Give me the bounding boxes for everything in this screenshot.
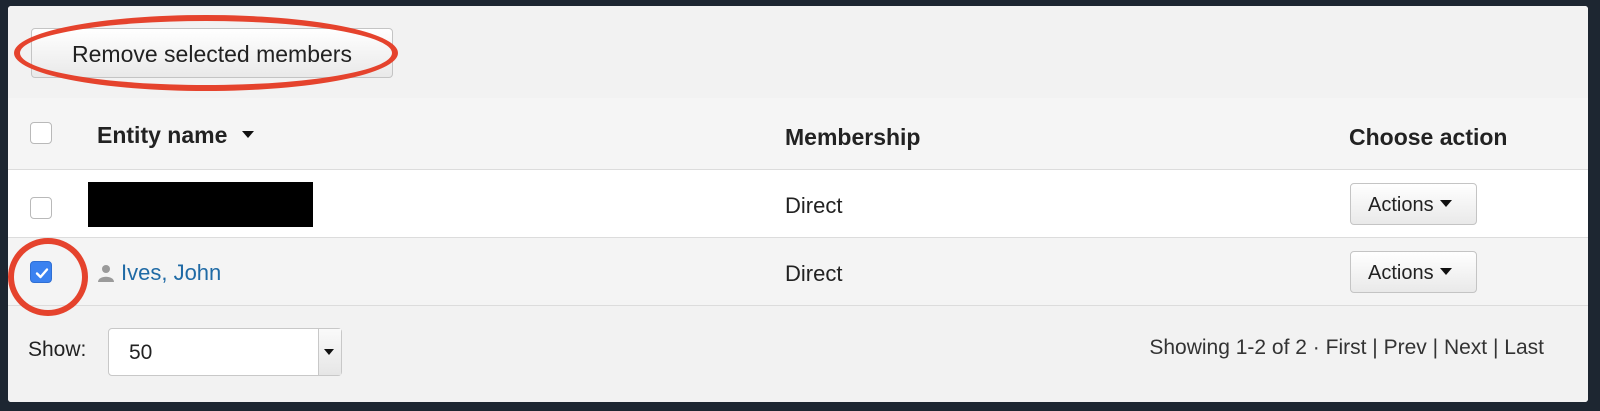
actions-button-label: Actions (1368, 194, 1434, 216)
entity-name-cell: Ives, John (97, 260, 221, 286)
toolbar: Remove selected members (8, 6, 1588, 99)
actions-button-label: Actions (1368, 262, 1434, 284)
pager-separator: | (1432, 336, 1439, 359)
entity-name-link[interactable]: Ives, John (121, 260, 221, 285)
caret-down-icon (1439, 268, 1452, 276)
entity-name-header-label: Entity name (97, 122, 228, 148)
row-checkbox[interactable] (30, 197, 52, 219)
pager-separator: | (1492, 336, 1499, 359)
membership-column-header: Membership (785, 124, 921, 150)
table-header: Entity name Membership Choose action (8, 98, 1588, 170)
table-row: Direct Actions (8, 170, 1588, 238)
sort-caret-down-icon (241, 131, 254, 139)
remove-selected-members-button[interactable]: Remove selected members (31, 28, 393, 78)
membership-cell: Direct (785, 193, 843, 218)
membership-cell: Direct (785, 261, 843, 286)
pager-first-link[interactable]: First (1326, 336, 1367, 359)
members-panel: Remove selected members Entity name Memb… (8, 6, 1588, 402)
pagination: Showing 1-2 of 2 · First | Prev | Next |… (1149, 336, 1544, 360)
choose-action-column-header: Choose action (1349, 124, 1508, 150)
user-icon (98, 265, 114, 282)
entity-name-column-header[interactable]: Entity name (97, 122, 254, 149)
show-label: Show: (28, 338, 87, 361)
row-checkbox-checked[interactable] (30, 261, 52, 283)
showing-range-text: Showing 1-2 of 2 · (1149, 336, 1320, 359)
pager-last-link[interactable]: Last (1504, 336, 1544, 359)
pager-prev-link[interactable]: Prev (1384, 336, 1427, 359)
redacted-entity-name (88, 182, 313, 227)
pager-next-link[interactable]: Next (1444, 336, 1487, 359)
page-size-select[interactable]: 50 (108, 328, 342, 376)
page-size-value: 50 (129, 341, 153, 364)
page-size-dropdown-arrow[interactable] (318, 329, 341, 375)
caret-down-icon (324, 349, 334, 355)
actions-dropdown-button[interactable]: Actions (1350, 183, 1477, 225)
pager-separator: | (1372, 336, 1378, 359)
checkmark-icon (35, 268, 49, 279)
select-all-checkbox[interactable] (30, 122, 52, 144)
actions-dropdown-button[interactable]: Actions (1350, 251, 1477, 293)
table-footer: Show: 50 Showing 1-2 of 2 · First | Prev… (8, 306, 1588, 402)
caret-down-icon (1439, 200, 1452, 208)
table-row: Ives, John Direct Actions (8, 238, 1588, 306)
